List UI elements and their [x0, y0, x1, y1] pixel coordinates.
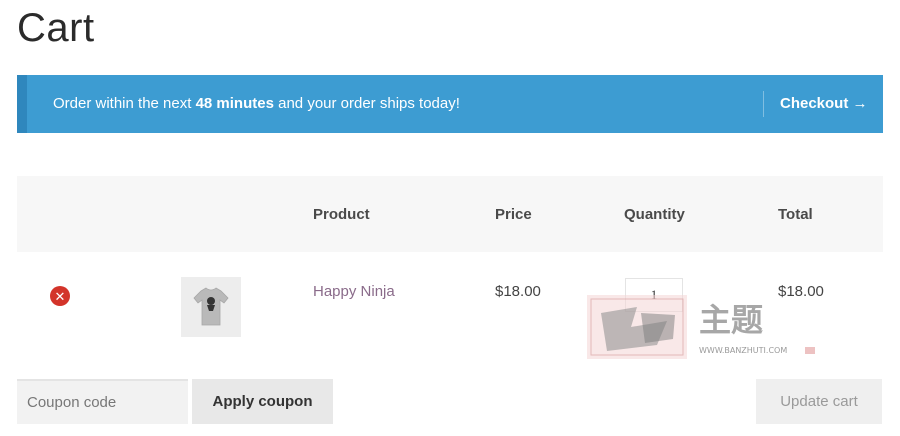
notice-time: 48 minutes: [195, 95, 274, 112]
product-name-link[interactable]: Happy Ninja: [313, 283, 395, 300]
product-price: $18.00: [495, 283, 541, 300]
update-cart-button[interactable]: Update cart: [756, 379, 882, 424]
quantity-input[interactable]: [625, 278, 683, 312]
close-icon: ✕: [54, 288, 66, 304]
product-total: $18.00: [778, 283, 824, 300]
apply-coupon-button[interactable]: Apply coupon: [192, 379, 333, 424]
notice-divider: [763, 91, 764, 117]
checkout-link[interactable]: Checkout →: [780, 95, 868, 112]
notice-text-before: Order within the next: [53, 95, 196, 112]
page-title: Cart: [17, 6, 95, 50]
checkout-notice: Order within the next 48 minutes and you…: [17, 75, 883, 133]
table-row: ✕ Happy Ninja $18.00 $18.00: [17, 176, 883, 376]
tshirt-icon: [193, 287, 229, 326]
notice-text-after: and your order ships today!: [273, 95, 460, 112]
coupon-code-input[interactable]: [17, 379, 188, 424]
remove-item-button[interactable]: ✕: [50, 286, 70, 306]
notice-message: Order within the next 48 minutes and you…: [53, 95, 460, 112]
product-thumbnail[interactable]: [181, 277, 241, 337]
